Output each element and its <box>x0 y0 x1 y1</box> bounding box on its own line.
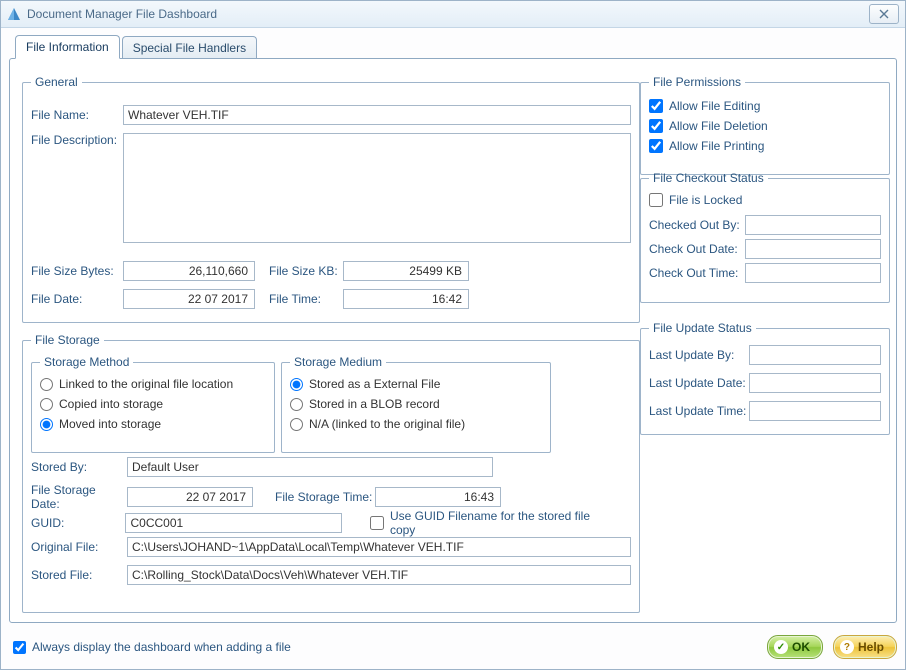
checkbox-allow-deletion[interactable] <box>649 119 663 133</box>
radio-method-linked[interactable]: Linked to the original file location <box>40 377 266 391</box>
label-file-date: File Date: <box>31 292 123 306</box>
help-button[interactable]: ? Help <box>833 635 897 659</box>
label-storage-time: File Storage Time: <box>275 490 375 504</box>
radio-method-moved[interactable]: Moved into storage <box>40 417 266 431</box>
input-original-file[interactable] <box>127 537 631 557</box>
legend-storage: File Storage <box>31 333 104 347</box>
value-last-update-by <box>749 345 881 365</box>
legend-update: File Update Status <box>649 321 756 335</box>
legend-storage-medium: Storage Medium <box>290 355 386 369</box>
value-checked-out-by <box>745 215 881 235</box>
check-allow-printing[interactable]: Allow File Printing <box>649 139 881 153</box>
window-title: Document Manager File Dashboard <box>27 7 869 21</box>
label-checkout-time: Check Out Time: <box>649 266 745 280</box>
label-file-size-bytes: File Size Bytes: <box>31 264 123 278</box>
checkbox-allow-printing[interactable] <box>649 139 663 153</box>
check-use-guid-filename[interactable]: Use GUID Filename for the stored file co… <box>370 509 615 537</box>
input-stored-file[interactable] <box>127 565 631 585</box>
checkbox-file-locked[interactable] <box>649 193 663 207</box>
label-checked-out-by: Checked Out By: <box>649 218 745 232</box>
label-checkout-date: Check Out Date: <box>649 242 745 256</box>
radio-medium-blob[interactable]: Stored in a BLOB record <box>290 397 542 411</box>
radio-method-copied[interactable]: Copied into storage <box>40 397 266 411</box>
label-last-update-time: Last Update Time: <box>649 404 749 418</box>
legend-general: General <box>31 75 82 89</box>
tab-file-information[interactable]: File Information <box>15 35 120 59</box>
check-always-display[interactable]: Always display the dashboard when adding… <box>13 640 291 654</box>
tabs-row: File Information Special File Handlers <box>9 32 897 58</box>
label-file-time: File Time: <box>269 292 343 306</box>
label-stored-file: Stored File: <box>31 568 127 582</box>
label-file-description: File Description: <box>31 133 123 243</box>
label-guid: GUID: <box>31 516 125 530</box>
label-stored-by: Stored By: <box>31 460 127 474</box>
check-allow-editing[interactable]: Allow File Editing <box>649 99 881 113</box>
titlebar: Document Manager File Dashboard <box>1 1 905 28</box>
input-file-description[interactable] <box>123 133 631 243</box>
tab-special-file-handlers[interactable]: Special File Handlers <box>122 36 257 59</box>
radio-medium-external[interactable]: Stored as a External File <box>290 377 542 391</box>
input-file-name[interactable] <box>123 105 631 125</box>
group-storage-medium: Storage Medium Stored as a External File… <box>281 355 551 453</box>
label-last-update-date: Last Update Date: <box>649 376 749 390</box>
group-checkout: File Checkout Status File is Locked Chec… <box>640 171 890 303</box>
legend-checkout: File Checkout Status <box>649 171 768 185</box>
checkbox-always-display[interactable] <box>13 641 26 654</box>
window: Document Manager File Dashboard File Inf… <box>0 0 906 670</box>
label-storage-date: File Storage Date: <box>31 483 127 511</box>
checkbox-allow-editing[interactable] <box>649 99 663 113</box>
radio-medium-na[interactable]: N/A (linked to the original file) <box>290 417 542 431</box>
check-icon: ✓ <box>774 640 788 654</box>
footer: Always display the dashboard when adding… <box>9 631 897 663</box>
value-last-update-date <box>749 373 881 393</box>
group-general: General File Name: File Description: Fil… <box>22 75 640 323</box>
legend-permissions: File Permissions <box>649 75 745 89</box>
value-storage-date: 22 07 2017 <box>127 487 253 507</box>
value-file-date: 22 07 2017 <box>123 289 255 309</box>
value-last-update-time <box>749 401 881 421</box>
value-file-size-bytes: 26,110,660 <box>123 261 255 281</box>
app-icon <box>7 7 21 21</box>
group-storage-method: Storage Method Linked to the original fi… <box>31 355 275 453</box>
value-file-time: 16:42 <box>343 289 469 309</box>
input-guid[interactable] <box>125 513 342 533</box>
value-checkout-date <box>745 239 881 259</box>
question-icon: ? <box>840 640 854 654</box>
legend-storage-method: Storage Method <box>40 355 133 369</box>
value-file-size-kb: 25499 KB <box>343 261 469 281</box>
close-button[interactable] <box>869 4 899 24</box>
value-storage-time: 16:43 <box>375 487 501 507</box>
input-stored-by[interactable] <box>127 457 493 477</box>
label-original-file: Original File: <box>31 540 127 554</box>
checkbox-use-guid-filename[interactable] <box>370 516 384 530</box>
value-checkout-time <box>745 263 881 283</box>
group-update: File Update Status Last Update By: Last … <box>640 321 890 435</box>
label-file-size-kb: File Size KB: <box>269 264 343 278</box>
check-file-locked[interactable]: File is Locked <box>649 193 881 207</box>
label-last-update-by: Last Update By: <box>649 348 749 362</box>
ok-button[interactable]: ✓ OK <box>767 635 823 659</box>
group-permissions: File Permissions Allow File Editing Allo… <box>640 75 890 175</box>
client-area: File Information Special File Handlers G… <box>1 28 905 669</box>
check-allow-deletion[interactable]: Allow File Deletion <box>649 119 881 133</box>
label-file-name: File Name: <box>31 108 123 122</box>
tab-panel: General File Name: File Description: Fil… <box>9 58 897 623</box>
group-storage: File Storage Storage Method Linked to th… <box>22 333 640 613</box>
